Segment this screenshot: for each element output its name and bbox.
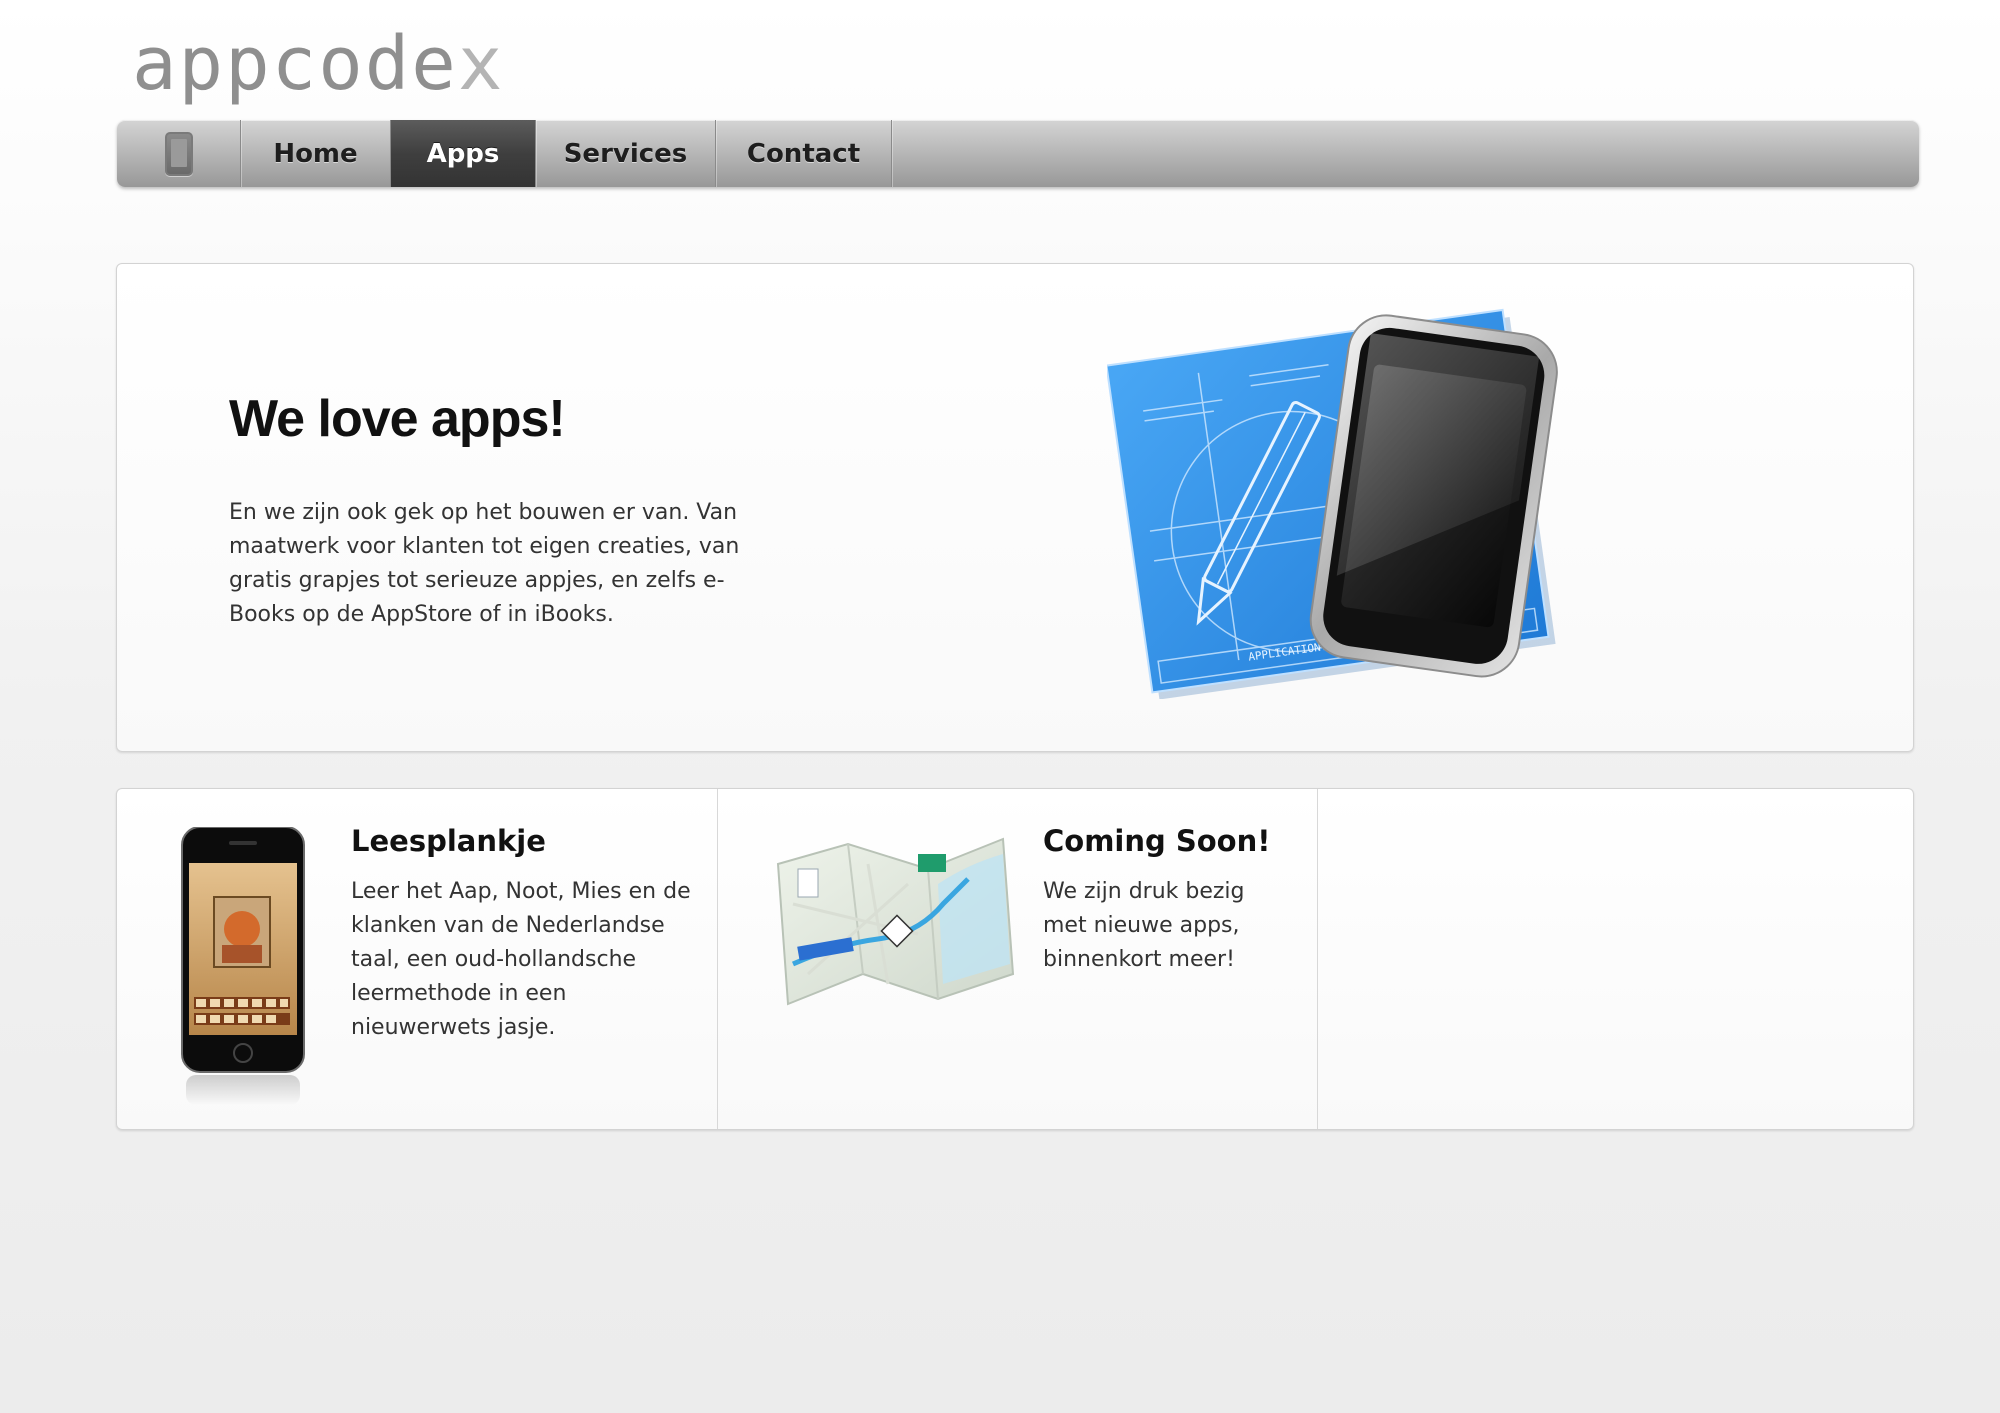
app-title-leesplankje[interactable]: Leesplankje (351, 824, 546, 858)
logo-text-accent: x (457, 21, 505, 107)
nav-item-contact[interactable]: Contact (716, 120, 892, 187)
main-nav: Home Apps Services Contact (117, 120, 1919, 187)
app-card-coming-soon: Coming Soon! We zijn druk bezig met nieu… (718, 789, 1318, 1129)
map-thumbnail (776, 837, 1015, 1006)
nav-item-services[interactable]: Services (536, 120, 716, 187)
apps-panel: Leesplankje Leer het Aap, Noot, Mies en … (116, 788, 1914, 1130)
blueprint-iphone-illustration: APPLICATION.APP (1107, 308, 1558, 699)
app-card-leesplankje[interactable]: Leesplankje Leer het Aap, Noot, Mies en … (117, 789, 718, 1129)
leesplankje-iphone-thumbnail[interactable] (172, 827, 322, 1107)
app-title-coming-soon: Coming Soon! (1043, 824, 1271, 858)
nav-home-phone-icon[interactable] (117, 120, 241, 187)
hero-title: We love apps! (229, 390, 566, 448)
hero-text: En we zijn ook gek op het bouwen er van.… (229, 500, 740, 627)
nav-item-apps[interactable]: Apps (391, 120, 536, 187)
app-description-coming-soon: We zijn druk bezig met nieuwe apps, binn… (1043, 879, 1245, 972)
phone-icon (164, 131, 193, 176)
app-description-leesplankje: Leer het Aap, Noot, Mies en de klanken v… (351, 879, 691, 1040)
logo-text: appcode (132, 21, 458, 107)
app-card-empty (1318, 789, 1913, 1129)
nav-item-home[interactable]: Home (241, 120, 391, 187)
hero-panel: We love apps! En we zijn ook gek op het … (116, 263, 1914, 752)
appcodex-logo[interactable]: appcodex (132, 22, 504, 106)
